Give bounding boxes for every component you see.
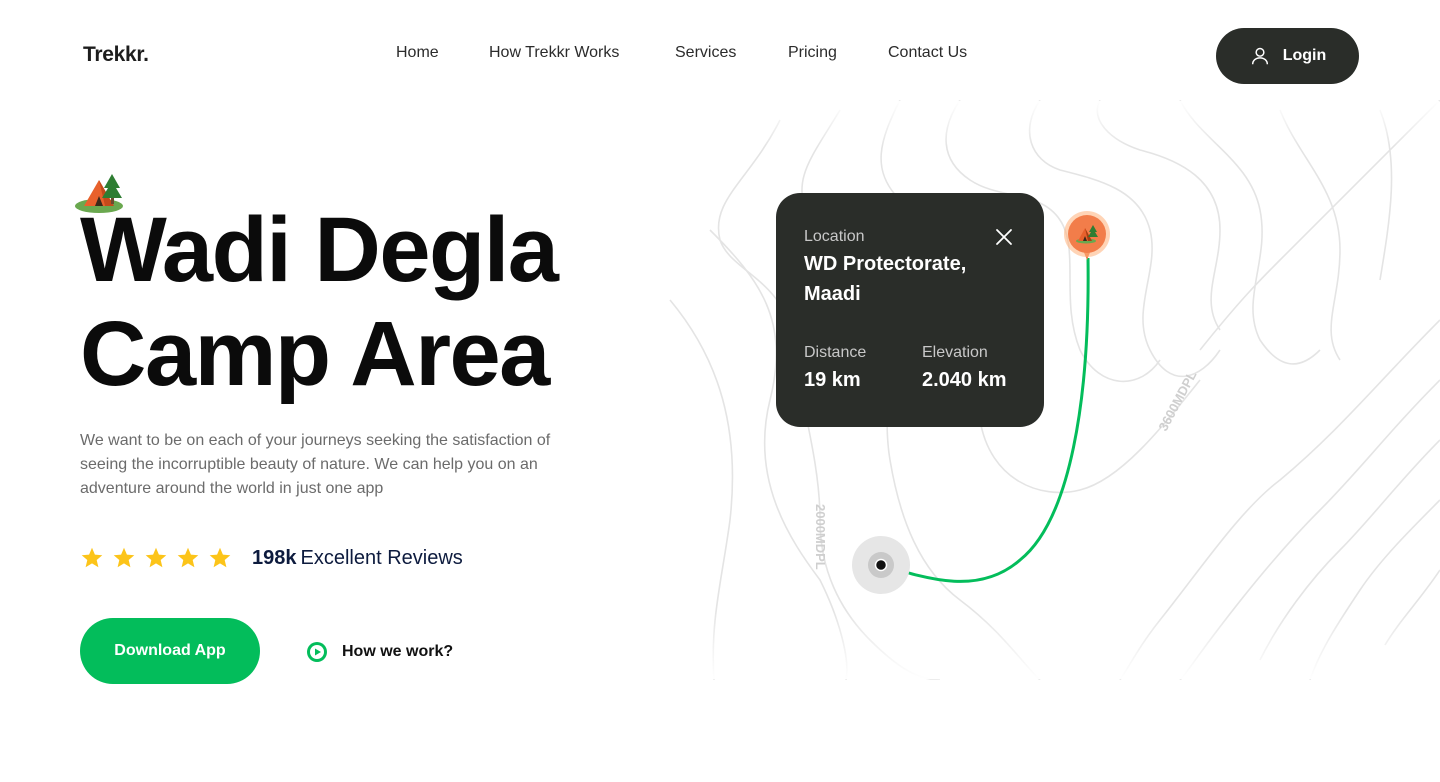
elevation-value: 2.040 km bbox=[922, 369, 1007, 391]
hero-title-line-1: Wadi Degla bbox=[80, 199, 559, 301]
reviews-count: 198k bbox=[252, 547, 297, 569]
star-icon bbox=[177, 547, 199, 568]
location-name-line-1: WD Protectorate, bbox=[804, 253, 967, 275]
distance-label: Distance bbox=[804, 344, 867, 361]
nav-item-how-trekkr-works[interactable]: How Trekkr Works bbox=[489, 44, 619, 62]
hero-description: We want to be on each of your journeys s… bbox=[80, 432, 551, 497]
star-icon bbox=[113, 547, 135, 568]
contour-label-3600: 3600MDPL bbox=[1155, 368, 1199, 433]
play-icon bbox=[307, 642, 327, 662]
location-info-card: Location WD Protectorate, Maadi Distance… bbox=[776, 193, 1044, 427]
location-label: Location bbox=[804, 228, 865, 245]
hero-title-line-2: Camp Area bbox=[80, 303, 550, 405]
rating-stars bbox=[80, 546, 232, 570]
destination-pin-icon[interactable] bbox=[1063, 210, 1111, 266]
login-label: Login bbox=[1282, 47, 1327, 64]
reviews-summary: 198k Excellent Reviews bbox=[252, 547, 463, 570]
how-we-work-link[interactable]: How we work? bbox=[306, 640, 453, 664]
start-point bbox=[874, 558, 888, 572]
location-name-line-2: Maadi bbox=[804, 283, 861, 305]
nav-item-pricing[interactable]: Pricing bbox=[788, 44, 837, 62]
hero-title: Wadi Degla Camp Area bbox=[80, 198, 559, 406]
download-app-button[interactable]: Download App bbox=[80, 618, 260, 684]
close-icon[interactable] bbox=[994, 227, 1014, 247]
nav-item-contact-us[interactable]: Contact Us bbox=[888, 44, 967, 62]
nav-item-home[interactable]: Home bbox=[396, 44, 439, 62]
star-icon bbox=[209, 547, 231, 568]
user-icon bbox=[1251, 47, 1268, 65]
star-icon bbox=[145, 547, 167, 568]
login-button[interactable]: Login bbox=[1216, 28, 1359, 84]
elevation-label: Elevation bbox=[922, 344, 988, 361]
contour-label-2000: 2000MDPL bbox=[813, 504, 828, 570]
reviews-label: Excellent Reviews bbox=[300, 547, 463, 569]
distance-value: 19 km bbox=[804, 369, 861, 391]
star-icon bbox=[81, 547, 103, 568]
nav-item-services[interactable]: Services bbox=[675, 44, 736, 62]
how-we-work-label: How we work? bbox=[342, 643, 454, 660]
